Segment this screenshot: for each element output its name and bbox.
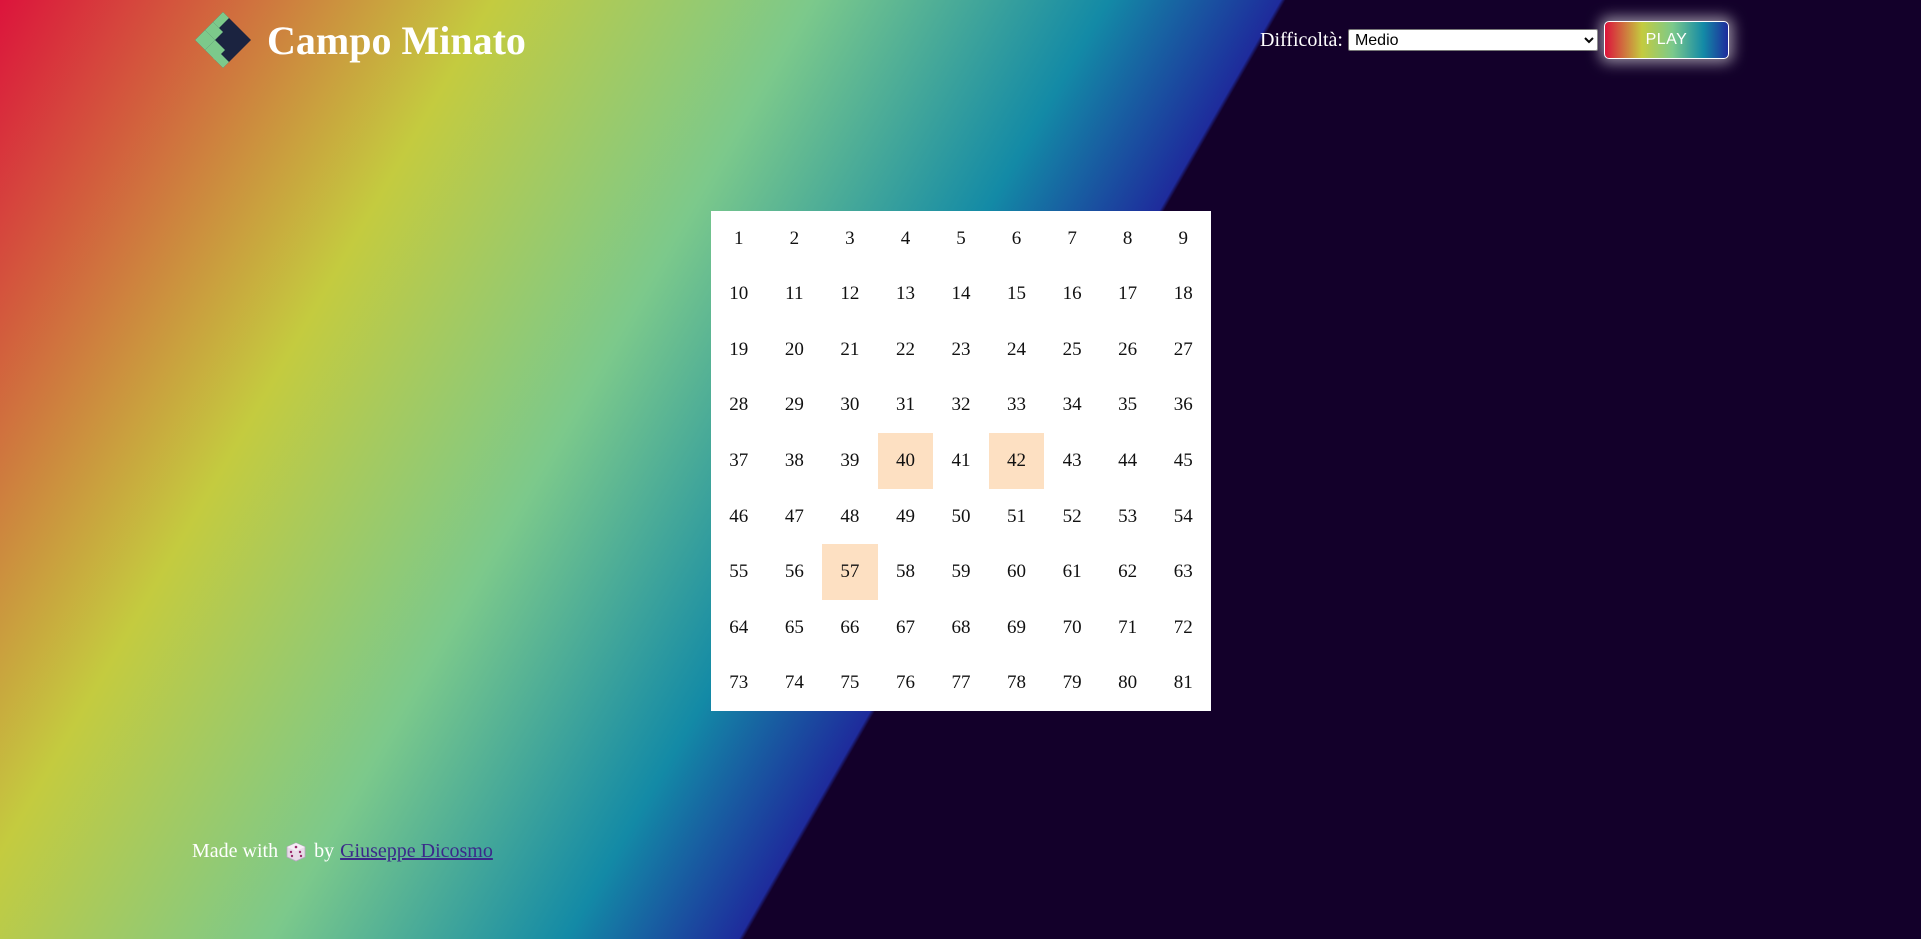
board-cell[interactable]: 48 xyxy=(822,489,878,545)
difficulty-select[interactable]: Medio xyxy=(1347,29,1598,51)
header: Campo Minato Difficoltà: Medio PLAY xyxy=(0,0,1921,80)
board-cell[interactable]: 77 xyxy=(933,655,989,711)
board-cell[interactable]: 8 xyxy=(1100,211,1156,267)
board-cell[interactable]: 46 xyxy=(711,489,767,545)
board-cell[interactable]: 37 xyxy=(711,433,767,489)
board-cell[interactable]: 9 xyxy=(1155,211,1211,267)
board-cell[interactable]: 30 xyxy=(822,378,878,434)
board-cell[interactable]: 2 xyxy=(767,211,823,267)
board-cell[interactable]: 40 xyxy=(877,433,934,489)
minefield-board: 1 2 3 4 5 6 7 8 9 10 11 12 13 14 15 16 17 18 19 20 21 22 23 24 2… xyxy=(711,211,1211,711)
board-cell[interactable]: 75 xyxy=(822,655,878,711)
footer-prefix: Made with xyxy=(192,840,279,862)
board-cell[interactable]: 11 xyxy=(767,267,823,323)
board-cell[interactable]: 62 xyxy=(1100,544,1156,600)
board-cell[interactable]: 78 xyxy=(989,655,1045,711)
board-cell[interactable]: 4 xyxy=(878,211,934,267)
board-cell[interactable]: 51 xyxy=(989,489,1045,545)
board-cell[interactable]: 65 xyxy=(767,600,823,656)
board-cell[interactable]: 66 xyxy=(822,600,878,656)
board-cell[interactable]: 81 xyxy=(1155,655,1211,711)
board-cell[interactable]: 55 xyxy=(711,544,767,600)
board-cell[interactable]: 6 xyxy=(989,211,1045,267)
board-cell[interactable]: 22 xyxy=(878,322,934,378)
board-cell[interactable]: 49 xyxy=(878,489,934,545)
board-cell[interactable]: 24 xyxy=(989,322,1045,378)
board-cell[interactable]: 52 xyxy=(1044,489,1100,545)
board-cell[interactable]: 21 xyxy=(822,322,878,378)
board-cell[interactable]: 73 xyxy=(711,655,767,711)
board-cell[interactable]: 59 xyxy=(933,544,989,600)
board-cell[interactable]: 79 xyxy=(1044,655,1100,711)
board-cell[interactable]: 34 xyxy=(1044,378,1100,434)
controls: Difficoltà: Medio PLAY xyxy=(1260,20,1729,60)
board-cell[interactable]: 71 xyxy=(1100,600,1156,656)
board-cell[interactable]: 10 xyxy=(711,267,767,323)
board-cell[interactable]: 53 xyxy=(1100,489,1156,545)
board-cell[interactable]: 13 xyxy=(878,267,934,323)
footer: Made with by Giuseppe Dicosmo xyxy=(192,840,493,863)
board-cell[interactable]: 5 xyxy=(933,211,989,267)
board-cell[interactable]: 19 xyxy=(711,322,767,378)
board-cell[interactable]: 23 xyxy=(933,322,989,378)
board-cell[interactable]: 25 xyxy=(1044,322,1100,378)
board-cell[interactable]: 35 xyxy=(1100,378,1156,434)
board-cell[interactable]: 69 xyxy=(989,600,1045,656)
board-cell[interactable]: 16 xyxy=(1044,267,1100,323)
board-cell[interactable]: 18 xyxy=(1155,267,1211,323)
board-cell[interactable]: 27 xyxy=(1155,322,1211,378)
board-cell[interactable]: 29 xyxy=(767,378,823,434)
brand: Campo Minato xyxy=(191,10,526,70)
diamond-logo-icon xyxy=(191,8,255,72)
board-cell[interactable]: 56 xyxy=(767,544,823,600)
board-cell[interactable]: 47 xyxy=(767,489,823,545)
board-cell[interactable]: 60 xyxy=(989,544,1045,600)
board-cell[interactable]: 68 xyxy=(933,600,989,656)
board-cell[interactable]: 36 xyxy=(1155,378,1211,434)
play-button[interactable]: PLAY xyxy=(1603,21,1729,59)
board-cell[interactable]: 54 xyxy=(1155,489,1211,545)
footer-by: by xyxy=(314,840,335,862)
board-cell[interactable]: 72 xyxy=(1155,600,1211,656)
board-cell[interactable]: 39 xyxy=(822,433,878,489)
board-cell[interactable]: 67 xyxy=(878,600,934,656)
board-cell[interactable]: 45 xyxy=(1155,433,1211,489)
board-cell[interactable]: 76 xyxy=(878,655,934,711)
board-cell[interactable]: 43 xyxy=(1044,433,1100,489)
board-cell[interactable]: 74 xyxy=(767,655,823,711)
board-cell[interactable]: 41 xyxy=(933,433,989,489)
board-cell[interactable]: 3 xyxy=(822,211,878,267)
board-cell[interactable]: 61 xyxy=(1044,544,1100,600)
board-cell[interactable]: 50 xyxy=(933,489,989,545)
dice-icon xyxy=(286,842,306,862)
board-cell[interactable]: 63 xyxy=(1155,544,1211,600)
board-cell[interactable]: 64 xyxy=(711,600,767,656)
board-cell[interactable]: 20 xyxy=(767,322,823,378)
board-cell[interactable]: 57 xyxy=(822,544,878,600)
board-cell[interactable]: 38 xyxy=(767,433,823,489)
board-cell[interactable]: 31 xyxy=(878,378,934,434)
board-cell[interactable]: 80 xyxy=(1100,655,1156,711)
board-cell[interactable]: 26 xyxy=(1100,322,1156,378)
board-cell[interactable]: 15 xyxy=(989,267,1045,323)
board-cell[interactable]: 28 xyxy=(711,378,767,434)
board-cell[interactable]: 1 xyxy=(711,211,767,267)
board-cell[interactable]: 14 xyxy=(933,267,989,323)
board-cell[interactable]: 58 xyxy=(878,544,934,600)
difficulty-label: Difficoltà: xyxy=(1260,28,1343,51)
author-link[interactable]: Giuseppe Dicosmo xyxy=(340,840,493,863)
board-cell[interactable]: 32 xyxy=(933,378,989,434)
board-cell[interactable]: 7 xyxy=(1044,211,1100,267)
board-cell[interactable]: 44 xyxy=(1100,433,1156,489)
app-title: Campo Minato xyxy=(267,17,526,63)
board-cell[interactable]: 33 xyxy=(989,378,1045,434)
board-cell[interactable]: 12 xyxy=(822,267,878,323)
board-cell[interactable]: 70 xyxy=(1044,600,1100,656)
board-cell[interactable]: 17 xyxy=(1100,267,1156,323)
board-cell[interactable]: 42 xyxy=(988,433,1045,489)
